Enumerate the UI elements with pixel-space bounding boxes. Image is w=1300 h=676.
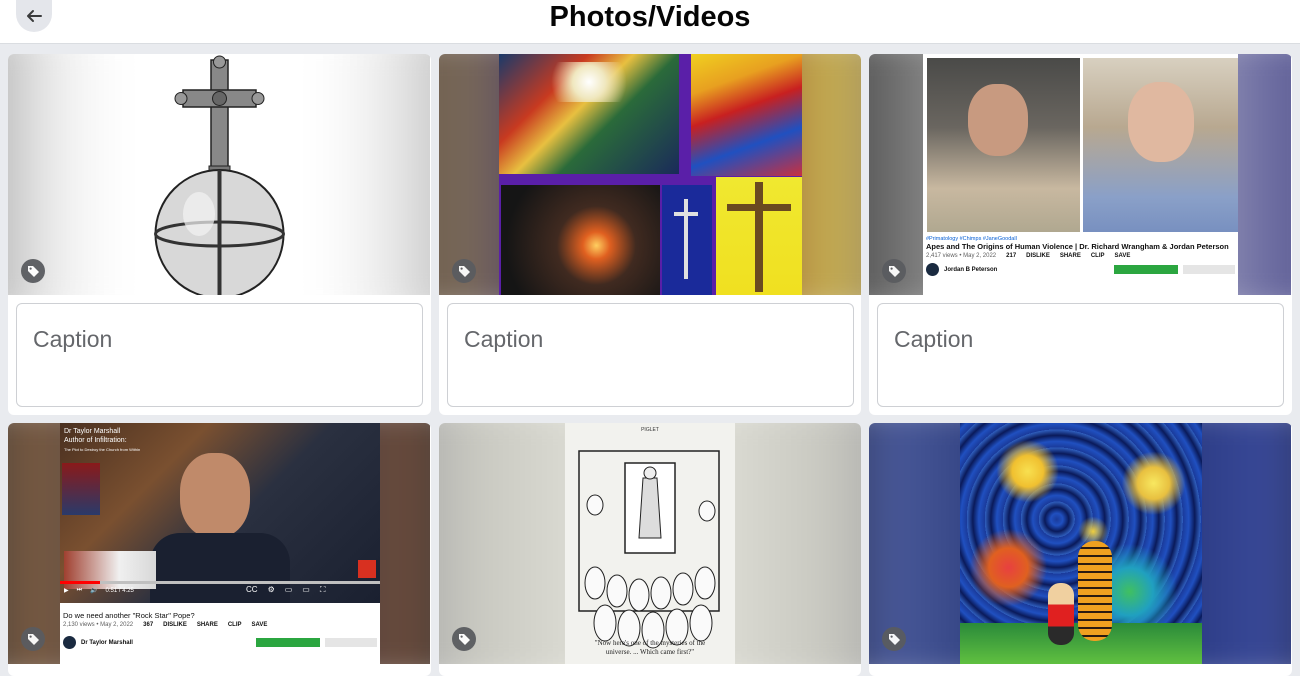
photo-image <box>147 54 292 295</box>
share-label: SHARE <box>196 622 218 628</box>
tag-button[interactable] <box>452 259 476 283</box>
play-icon: ▶ <box>64 588 69 594</box>
caption-input[interactable]: Caption <box>877 303 1284 407</box>
caption-placeholder: Caption <box>464 326 544 352</box>
caption-placeholder: Caption <box>894 326 974 352</box>
time-display: 0:51 / 4:25 <box>105 587 134 594</box>
photo-image <box>499 54 802 295</box>
channel-name: Dr Taylor Marshall <box>81 639 133 646</box>
overlay-subtitle: The Plot to Destroy the Church from With… <box>64 447 141 452</box>
media-card: PIGLET "Now here's one of the mysteries <box>439 423 861 676</box>
tag-button[interactable] <box>882 259 906 283</box>
tag-button[interactable] <box>452 627 476 651</box>
tag-icon <box>27 633 39 645</box>
media-card: Caption <box>439 54 861 415</box>
join-button <box>1114 265 1178 274</box>
video-stats: 2,130 views • May 2, 2022 <box>63 622 134 628</box>
video-screenshot-image: #Primatology #Chimps #JaneGoodall Apes a… <box>923 54 1238 295</box>
tag-button[interactable] <box>882 627 906 651</box>
cartoon-caption-line: universe. ... Which came first?" <box>605 648 695 656</box>
video-title: Apes and The Origins of Human Violence |… <box>926 242 1229 251</box>
video-thumbnail[interactable]: Dr Taylor Marshall Author of Infiltratio… <box>8 423 430 664</box>
join-button <box>256 638 320 647</box>
clip-label: CLIP <box>1090 253 1105 259</box>
photo-thumbnail[interactable] <box>439 54 861 295</box>
video-title: Do we need another "Rock Star" Pope? <box>63 611 195 620</box>
like-count: 217 <box>1006 253 1017 259</box>
fullscreen-icon: ⛶ <box>319 585 326 594</box>
media-card: #Primatology #Chimps #JaneGoodall Apes a… <box>869 54 1292 415</box>
tag-icon <box>888 265 900 277</box>
overlay-line: Author of Infiltration: <box>64 437 127 444</box>
cc-icon: CC <box>246 585 258 594</box>
video-stats: 2,417 views • May 2, 2022 <box>926 253 997 259</box>
clip-label: CLIP <box>227 622 242 628</box>
dislike-label: DISLIKE <box>1026 253 1050 259</box>
save-label: SAVE <box>1114 253 1131 259</box>
channel-avatar <box>926 263 939 276</box>
caption-input[interactable]: Caption <box>16 303 423 407</box>
tag-icon <box>27 265 39 277</box>
video-thumbnail[interactable]: #Primatology #Chimps #JaneGoodall Apes a… <box>869 54 1291 295</box>
media-card <box>869 423 1292 676</box>
tag-icon <box>888 633 900 645</box>
caption-input[interactable]: Caption <box>447 303 854 407</box>
tag-button[interactable] <box>21 259 45 283</box>
share-label: SHARE <box>1059 253 1081 259</box>
like-count: 367 <box>143 622 154 628</box>
volume-icon: 🔊 <box>90 588 98 594</box>
channel-name: Jordan B Peterson <box>944 266 998 273</box>
tag-icon <box>458 265 470 277</box>
caption-placeholder: Caption <box>33 326 113 352</box>
tag-button[interactable] <box>21 627 45 651</box>
overlay-line: Dr Taylor Marshall <box>64 428 121 435</box>
next-icon: ⏭ <box>76 587 83 593</box>
photo-thumbnail[interactable] <box>869 423 1291 664</box>
channel-avatar <box>63 636 76 649</box>
photo-thumbnail[interactable]: PIGLET "Now here's one of the mysteries <box>439 423 861 664</box>
dislike-label: DISLIKE <box>163 622 187 628</box>
header: Photos/Videos <box>0 0 1300 44</box>
cartoon-caption-line: "Now here's one of the mysteries of the <box>594 639 706 647</box>
photo-image <box>960 423 1202 664</box>
media-card: Dr Taylor Marshall Author of Infiltratio… <box>8 423 431 676</box>
media-card: Caption <box>8 54 431 415</box>
subscribed-button <box>325 638 377 647</box>
tag-icon <box>458 633 470 645</box>
save-label: SAVE <box>251 622 268 628</box>
subscribed-button <box>1183 265 1235 274</box>
page-title: Photos/Videos <box>549 1 751 33</box>
miniplayer-icon: ▭ <box>284 585 293 594</box>
photo-thumbnail[interactable] <box>8 54 430 295</box>
video-screenshot-image: Dr Taylor Marshall Author of Infiltratio… <box>60 423 380 664</box>
photo-image: PIGLET "Now here's one of the mysteries <box>565 423 735 664</box>
settings-icon: ⚙ <box>267 585 275 594</box>
theater-icon: ▭ <box>302 585 310 594</box>
